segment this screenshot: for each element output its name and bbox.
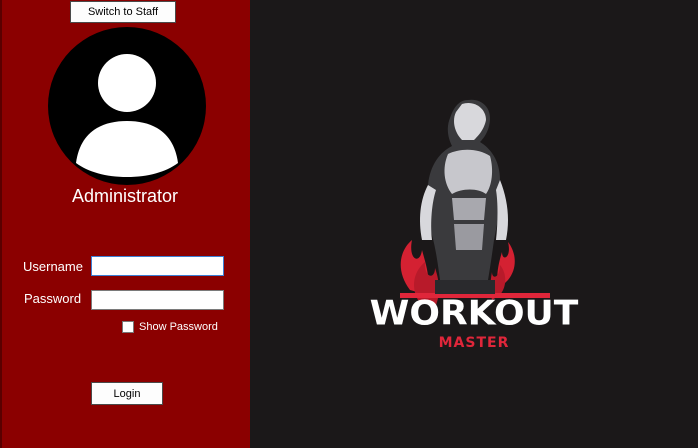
brand-tagline: MASTER — [438, 335, 510, 351]
password-label: Password — [24, 291, 82, 306]
show-password-checkbox[interactable] — [122, 321, 134, 333]
user-avatar-icon — [48, 27, 206, 185]
show-password-label: Show Password — [139, 321, 218, 333]
role-title: Administrator — [71, 186, 179, 206]
brand-name: WORKOUT — [369, 294, 579, 333]
username-label: Username — [23, 259, 83, 274]
username-input[interactable] — [91, 256, 224, 276]
password-input[interactable] — [91, 290, 224, 310]
show-password-toggle[interactable]: Show Password — [122, 321, 218, 333]
login-button[interactable]: Login — [91, 382, 163, 405]
switch-to-staff-button[interactable]: Switch to Staff — [70, 1, 176, 23]
